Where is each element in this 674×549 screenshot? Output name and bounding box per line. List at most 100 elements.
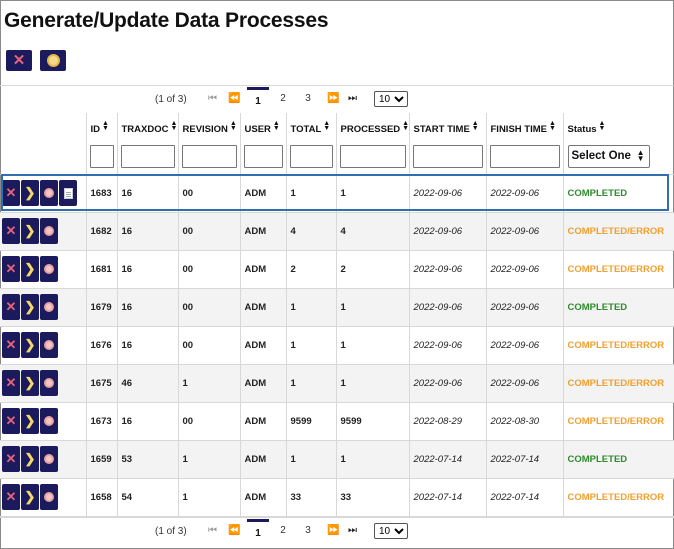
stop-button[interactable] xyxy=(40,218,58,244)
col-user[interactable]: USER▲ ▼ xyxy=(240,113,287,175)
open-button[interactable]: ❯ xyxy=(21,218,39,244)
table-row[interactable]: ✕ ❯ 1682 16 00 ADM 4 4 2022-09-06 2022-09… xyxy=(0,212,674,251)
chevron-right-icon: ❯ xyxy=(24,223,36,238)
open-button[interactable]: ❯ xyxy=(21,484,39,510)
page-3-link[interactable]: 3 xyxy=(297,93,319,104)
cell-id: 1676 xyxy=(86,326,118,365)
col-total[interactable]: TOTAL▲ ▼ xyxy=(286,113,337,175)
delete-button[interactable]: ✕ xyxy=(2,294,20,320)
next-page-icon[interactable]: ⏩ xyxy=(327,525,339,536)
page-size-select[interactable]: 10 xyxy=(374,523,408,539)
stop-button[interactable] xyxy=(40,180,58,206)
cell-total: 9599 xyxy=(286,402,337,441)
filter-id[interactable] xyxy=(89,144,114,168)
cell-user: ADM xyxy=(240,326,287,365)
cell-status: COMPLETED/ERROR xyxy=(563,326,674,365)
delete-button[interactable]: ✕ xyxy=(2,370,20,396)
view-log-button[interactable] xyxy=(59,180,77,206)
cell-processed: 4 xyxy=(336,212,410,251)
delete-button[interactable]: ✕ xyxy=(2,256,20,282)
cell-finish-time: 2022-08-30 xyxy=(486,402,564,441)
col-start-time[interactable]: START TIME▲ ▼ xyxy=(409,113,487,175)
col-status[interactable]: Status▲ ▼ Select One ▲ ▼ xyxy=(563,113,674,175)
col-processed[interactable]: PROCESSED▲ ▼ xyxy=(336,113,410,175)
open-button[interactable]: ❯ xyxy=(21,408,39,434)
row-actions: ✕ ❯ xyxy=(0,440,87,479)
delete-button[interactable]: ✕ xyxy=(2,408,20,434)
page-1-link[interactable]: 1 xyxy=(247,519,269,539)
col-revision[interactable]: REVISION▲ ▼ xyxy=(178,113,241,175)
stop-button[interactable] xyxy=(40,408,58,434)
delete-button[interactable]: ✕ xyxy=(2,218,20,244)
stop-button[interactable] xyxy=(40,256,58,282)
close-icon: ✕ xyxy=(5,375,17,390)
cell-total: 33 xyxy=(286,478,337,517)
sort-icon: ▲ ▼ xyxy=(323,120,331,132)
stop-button[interactable] xyxy=(40,446,58,472)
stop-icon xyxy=(46,54,60,67)
first-page-icon[interactable]: ⏮ xyxy=(208,525,217,536)
open-button[interactable]: ❯ xyxy=(21,446,39,472)
stop-button[interactable] xyxy=(40,294,58,320)
filter-finish-time[interactable] xyxy=(489,144,560,168)
close-icon: ✕ xyxy=(5,185,17,200)
stop-process-button[interactable] xyxy=(40,50,66,71)
cell-revision: 1 xyxy=(178,364,241,403)
page-3-link[interactable]: 3 xyxy=(297,525,319,536)
sort-icon: ▲ ▼ xyxy=(170,120,178,132)
cell-status: COMPLETED/ERROR xyxy=(563,250,674,289)
delete-button[interactable]: ✕ xyxy=(2,484,20,510)
open-button[interactable]: ❯ xyxy=(21,256,39,282)
prev-page-icon[interactable]: ⏪ xyxy=(228,93,240,104)
delete-button[interactable]: ✕ xyxy=(2,180,20,206)
filter-start-time[interactable] xyxy=(412,144,483,168)
table-row[interactable]: ✕ ❯ 1675 46 1 ADM 1 1 2022-09-06 2022-09-… xyxy=(0,364,674,403)
delete-selected-button[interactable]: ✕ xyxy=(6,50,32,71)
table-row[interactable]: ✕ ❯ 1683 16 00 ADM 1 1 2022-09-06 2022-09… xyxy=(0,174,674,213)
cell-status: COMPLETED/ERROR xyxy=(563,402,674,441)
status-filter-select[interactable]: Select One ▲ ▼ xyxy=(567,144,650,168)
cell-traxdoc: 16 xyxy=(117,326,179,365)
col-finish-time[interactable]: FINISH TIME▲ ▼ xyxy=(486,113,564,175)
filter-total[interactable] xyxy=(289,144,333,168)
open-button[interactable]: ❯ xyxy=(21,370,39,396)
cell-finish-time: 2022-07-14 xyxy=(486,440,564,479)
filter-revision[interactable] xyxy=(181,144,237,168)
open-button[interactable]: ❯ xyxy=(21,180,39,206)
col-traxdoc[interactable]: TRAXDOC▲ ▼ xyxy=(117,113,179,175)
table-row[interactable]: ✕ ❯ 1681 16 00 ADM 2 2 2022-09-06 2022-09… xyxy=(0,250,674,289)
page-1-link[interactable]: 1 xyxy=(247,87,269,107)
cell-traxdoc: 54 xyxy=(117,478,179,517)
filter-traxdoc[interactable] xyxy=(120,144,175,168)
col-id[interactable]: ID▲ ▼ xyxy=(86,113,118,175)
open-button[interactable]: ❯ xyxy=(21,332,39,358)
cell-traxdoc: 53 xyxy=(117,440,179,479)
page-2-link[interactable]: 2 xyxy=(272,525,294,536)
page-size-select[interactable]: 10 xyxy=(374,91,408,107)
prev-page-icon[interactable]: ⏪ xyxy=(228,525,240,536)
table-row[interactable]: ✕ ❯ 1679 16 00 ADM 1 1 2022-09-06 2022-09… xyxy=(0,288,674,327)
table-row[interactable]: ✕ ❯ 1676 16 00 ADM 1 1 2022-09-06 2022-09… xyxy=(0,326,674,365)
stop-button[interactable] xyxy=(40,332,58,358)
filter-processed[interactable] xyxy=(339,144,406,168)
sort-icon: ▲ ▼ xyxy=(402,120,409,132)
row-actions: ✕ ❯ xyxy=(0,288,87,327)
delete-button[interactable]: ✕ xyxy=(2,332,20,358)
table-row[interactable]: ✕ ❯ 1658 54 1 ADM 33 33 2022-07-14 2022-0… xyxy=(0,478,674,517)
page-info: (1 of 3) xyxy=(155,526,187,537)
next-page-icon[interactable]: ⏩ xyxy=(327,93,339,104)
open-button[interactable]: ❯ xyxy=(21,294,39,320)
filter-user[interactable] xyxy=(243,144,283,168)
table-row[interactable]: ✕ ❯ 1673 16 00 ADM 9599 9599 2022-08-29 2… xyxy=(0,402,674,441)
stop-button[interactable] xyxy=(40,484,58,510)
last-page-icon[interactable]: ⏭ xyxy=(348,93,357,104)
last-page-icon[interactable]: ⏭ xyxy=(348,525,357,536)
table-row[interactable]: ✕ ❯ 1659 53 1 ADM 1 1 2022-07-14 2022-07-… xyxy=(0,440,674,479)
stop-button[interactable] xyxy=(40,370,58,396)
chevron-right-icon: ❯ xyxy=(24,489,36,504)
cell-id: 1683 xyxy=(86,174,118,213)
page-2-link[interactable]: 2 xyxy=(272,93,294,104)
stop-icon xyxy=(44,454,54,464)
delete-button[interactable]: ✕ xyxy=(2,446,20,472)
first-page-icon[interactable]: ⏮ xyxy=(208,93,217,104)
